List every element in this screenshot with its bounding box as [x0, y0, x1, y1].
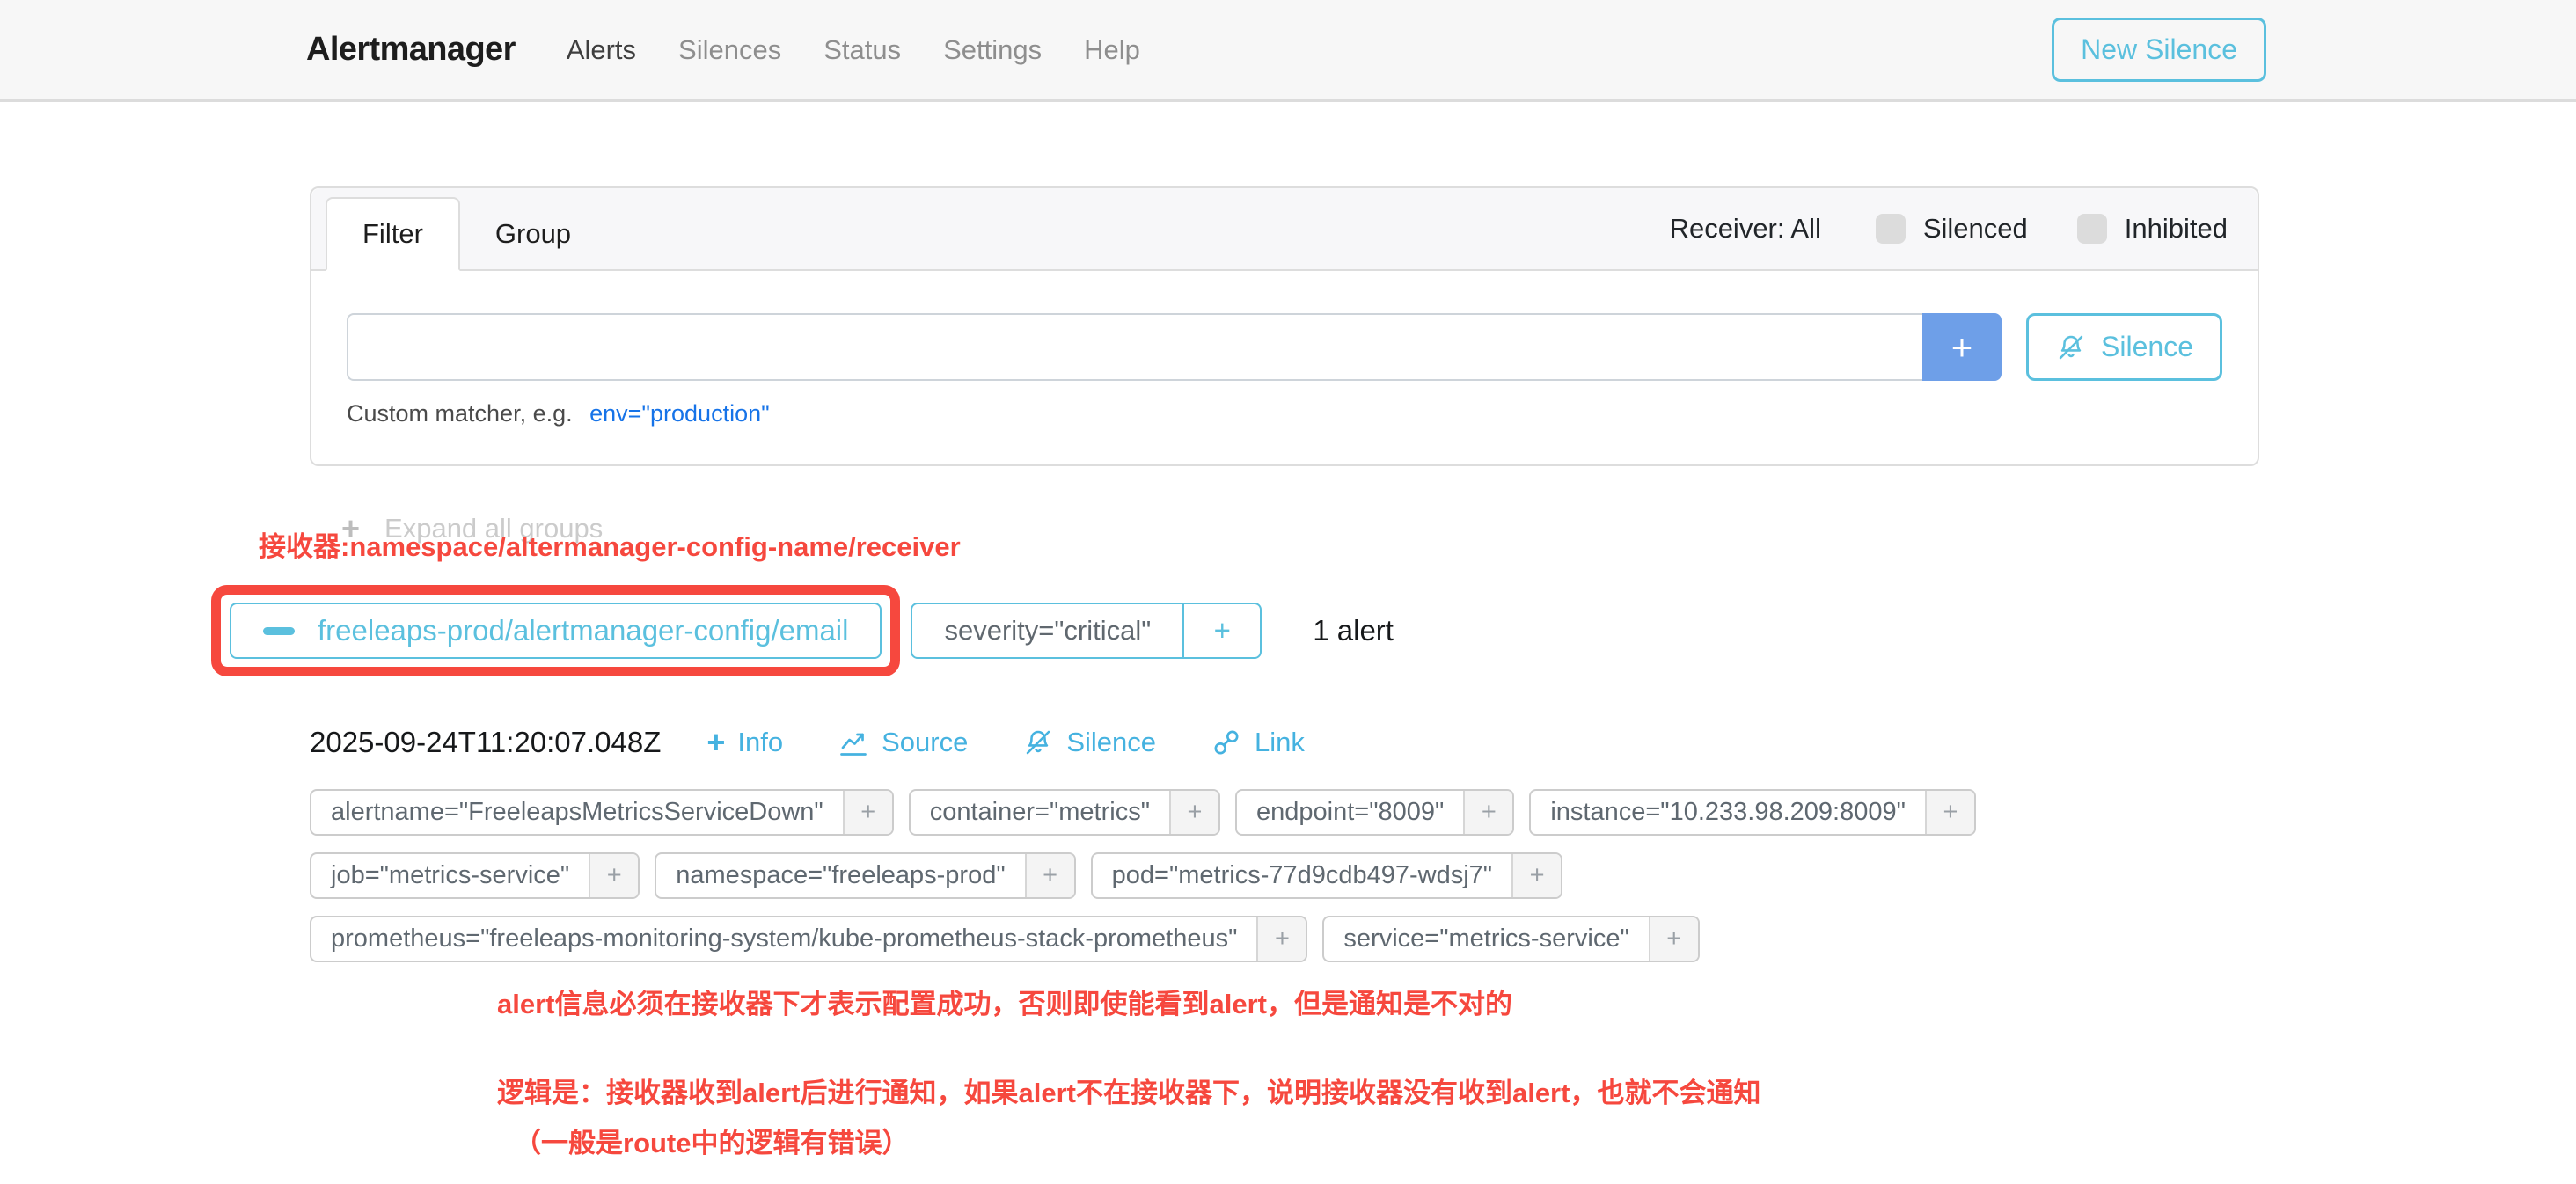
source-link-label: Source — [882, 727, 968, 758]
label-tag-service: service="metrics-service" + — [1322, 916, 1699, 962]
annotation-note-2: 逻辑是：接收器收到alert后进行通知，如果alert不在接收器下，说明接收器没… — [497, 1071, 2259, 1110]
label-tag-instance: instance="10.233.98.209:8009" + — [1529, 789, 1976, 836]
receiver-group-button[interactable]: freeleaps-prod/alertmanager-config/email — [230, 603, 882, 659]
label-tag-pod: pod="metrics-77d9cdb497-wdsj7" + — [1091, 852, 1562, 899]
inhibited-checkbox-label: Inhibited — [2125, 213, 2228, 245]
annotation-note-1: alert信息必须在接收器下才表示配置成功，否则即使能看到alert，但是通知是… — [497, 982, 2259, 1021]
checkbox-icon[interactable] — [1876, 214, 1906, 244]
silenced-checkbox-label: Silenced — [1923, 213, 2028, 245]
navbar: Alertmanager Alerts Silences Status Sett… — [0, 0, 2576, 102]
hint-text: Custom matcher, e.g. — [347, 400, 573, 427]
label-text: namespace="freeleaps-prod" — [656, 854, 1024, 897]
nav-item-settings[interactable]: Settings — [943, 34, 1042, 66]
inhibited-checkbox[interactable]: Inhibited — [2077, 213, 2228, 245]
group-matcher-text: severity="critical" — [912, 604, 1182, 657]
new-silence-button[interactable]: New Silence — [2052, 18, 2266, 82]
alert-info-link[interactable]: + Info — [706, 727, 783, 758]
label-add-button[interactable]: + — [1025, 854, 1074, 897]
info-link-label: Info — [737, 727, 783, 758]
filter-card: Filter Group Receiver: All Silenced Inhi… — [310, 186, 2259, 466]
plus-icon: + — [706, 727, 725, 758]
matcher-input[interactable] — [347, 313, 1922, 381]
label-text: service="metrics-service" — [1324, 917, 1648, 961]
receiver-filter-label[interactable]: Receiver: All — [1670, 213, 1821, 245]
label-add-button[interactable]: + — [1463, 791, 1512, 834]
link-icon — [1211, 727, 1242, 758]
silence-filter-button[interactable]: Silence — [2026, 313, 2222, 381]
nav-item-silences[interactable]: Silences — [678, 34, 781, 66]
silence-button-label: Silence — [2101, 331, 2193, 363]
label-tag-endpoint: endpoint="8009" + — [1235, 789, 1514, 836]
label-text: job="metrics-service" — [311, 854, 589, 897]
label-text: pod="metrics-77d9cdb497-wdsj7" — [1093, 854, 1511, 897]
label-text: endpoint="8009" — [1237, 791, 1463, 834]
label-tag-prometheus: prometheus="freeleaps-monitoring-system/… — [310, 916, 1307, 962]
chart-icon — [838, 727, 869, 758]
label-add-button[interactable]: + — [1256, 917, 1306, 961]
label-tag-container: container="metrics" + — [909, 789, 1220, 836]
nav-item-status[interactable]: Status — [823, 34, 901, 66]
matcher-input-group: + — [347, 313, 2002, 381]
silence-link-label: Silence — [1066, 727, 1156, 758]
label-text: container="metrics" — [911, 791, 1169, 834]
filter-card-header: Filter Group Receiver: All Silenced Inhi… — [311, 188, 2258, 271]
label-text: instance="10.233.98.209:8009" — [1531, 791, 1925, 834]
label-tag-namespace: namespace="freeleaps-prod" + — [655, 852, 1075, 899]
label-tag-job: job="metrics-service" + — [310, 852, 640, 899]
minus-icon — [263, 627, 295, 635]
receiver-annotation-text: 接收器:namespace/altermanager-config-name/r… — [259, 524, 2259, 564]
alert-meta-row: 2025-09-24T11:20:07.048Z + Info Source S… — [310, 726, 2259, 759]
hint-example-link[interactable]: env="production" — [589, 400, 770, 427]
annotation-note-3: （一般是route中的逻辑有错误） — [514, 1121, 2259, 1160]
app-brand[interactable]: Alertmanager — [306, 31, 516, 69]
group-matcher-add-button[interactable]: + — [1182, 604, 1260, 657]
main-content: Filter Group Receiver: All Silenced Inhi… — [310, 186, 2259, 1160]
tab-group[interactable]: Group — [460, 199, 606, 269]
receiver-group-name: freeleaps-prod/alertmanager-config/email — [318, 614, 848, 647]
label-add-button[interactable]: + — [843, 791, 892, 834]
label-add-button[interactable]: + — [1649, 917, 1698, 961]
label-add-button[interactable]: + — [1169, 791, 1218, 834]
label-add-button[interactable]: + — [1511, 854, 1561, 897]
label-tag-alertname: alertname="FreeleapsMetricsServiceDown" … — [310, 789, 894, 836]
nav-item-help[interactable]: Help — [1084, 34, 1140, 66]
alert-count: 1 alert — [1313, 614, 1394, 647]
alert-source-link[interactable]: Source — [838, 727, 968, 758]
link-link-label: Link — [1255, 727, 1305, 758]
red-annotation-box: freeleaps-prod/alertmanager-config/email — [211, 585, 900, 676]
alert-link-link[interactable]: Link — [1211, 727, 1305, 758]
receiver-group-row: freeleaps-prod/alertmanager-config/email… — [310, 585, 2259, 676]
bell-slash-icon — [2055, 332, 2087, 363]
label-add-button[interactable]: + — [1925, 791, 1974, 834]
checkbox-icon[interactable] — [2077, 214, 2107, 244]
nav-item-alerts[interactable]: Alerts — [567, 34, 636, 66]
alert-timestamp: 2025-09-24T11:20:07.048Z — [310, 726, 661, 759]
matcher-hint: Custom matcher, e.g. env="production" — [347, 400, 2222, 428]
tab-filter[interactable]: Filter — [326, 197, 460, 271]
silenced-checkbox[interactable]: Silenced — [1876, 213, 2028, 245]
label-add-button[interactable]: + — [589, 854, 638, 897]
alert-silence-link[interactable]: Silence — [1022, 727, 1156, 758]
filter-options: Receiver: All Silenced Inhibited — [1670, 213, 2228, 245]
group-matcher-tag: severity="critical" + — [911, 603, 1262, 659]
label-text: alertname="FreeleapsMetricsServiceDown" — [311, 791, 843, 834]
add-matcher-button[interactable]: + — [1922, 313, 2002, 381]
bell-slash-icon — [1022, 727, 1054, 758]
alert-labels: alertname="FreeleapsMetricsServiceDown" … — [310, 789, 2259, 962]
filter-card-body: + Silence Custom matcher, e.g. env="prod… — [311, 271, 2258, 464]
label-text: prometheus="freeleaps-monitoring-system/… — [311, 917, 1256, 961]
